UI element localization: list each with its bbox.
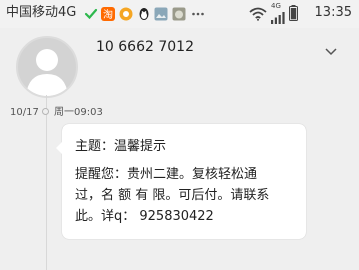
- message-body-line: 过，名 额 有 限。可后付。请联系: [75, 188, 270, 203]
- timeline-line: [46, 95, 47, 270]
- contact-phone-number[interactable]: 10 6662 7012: [96, 38, 194, 56]
- status-right: 4G 13:35: [229, 0, 359, 28]
- conversation-header: 10 6662 7012: [0, 28, 359, 98]
- more-icon: [191, 6, 205, 25]
- taobao-icon: 淘: [101, 6, 115, 25]
- timeline-dot: [42, 108, 49, 115]
- svg-text:淘: 淘: [103, 8, 113, 21]
- status-bar: 中国移动4G 淘 4G 13:35: [0, 0, 359, 28]
- message-body-line: 提醒您：贵州二建。复核轻松通: [75, 167, 258, 182]
- message-date: 10/17: [10, 107, 39, 118]
- gallery-icon: [154, 6, 168, 25]
- chevron-down-icon[interactable]: [325, 41, 337, 60]
- person-icon: [26, 49, 68, 96]
- qq-icon: [137, 6, 151, 25]
- bubble-tail: [56, 142, 62, 154]
- signal-icon: [271, 9, 285, 28]
- clock-time: 13:35: [314, 5, 352, 20]
- contact-avatar[interactable]: [16, 36, 78, 98]
- battery-icon: [289, 5, 298, 25]
- message-subject: 主题：温馨提示: [75, 139, 167, 154]
- message-bubble[interactable]: 主题：温馨提示 提醒您：贵州二建。复核轻松通 过，名 额 有 限。可后付。请联系…: [56, 124, 306, 239]
- wifi-icon: [249, 6, 267, 25]
- wechat-icon: [84, 6, 98, 25]
- app-icon: [119, 6, 133, 25]
- message-time: 周一09:03: [54, 107, 103, 118]
- app-icon: [172, 6, 186, 25]
- message-body-line: 此。详q： 925830422: [75, 209, 214, 224]
- carrier-label: 中国移动4G: [6, 5, 77, 20]
